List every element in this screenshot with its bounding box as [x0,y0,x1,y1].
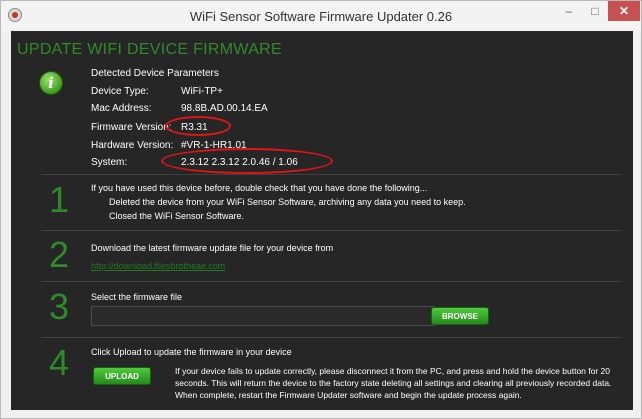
hardware-version-label: Hardware Version: [91,140,174,151]
main-panel: UPDATE WIFI DEVICE FIRMWARE i Detected D… [11,31,633,410]
firmware-file-input[interactable] [91,306,435,326]
step-2-text: Download the latest firmware update file… [91,243,334,253]
system-highlight-ellipse [161,148,333,174]
upload-warning-text: If your device fails to update correctly… [175,366,612,400]
step-1-item-1: Deleted the device from your WiFi Sensor… [109,197,466,207]
device-type-label: Device Type: [91,86,149,97]
app-window: WiFi Sensor Software Firmware Updater 0.… [0,0,642,419]
separator [41,337,621,338]
mac-address-value: 98.8B.AD.00.14.EA [181,103,268,114]
firmware-highlight-ellipse [165,116,231,136]
close-button[interactable]: ✕ [608,1,640,21]
step-number-4: 4 [49,342,70,383]
mac-address-label: Mac Address: [91,103,152,114]
step-3-text: Select the firmware file [91,292,183,302]
window-title: WiFi Sensor Software Firmware Updater 0.… [189,9,453,24]
upload-button[interactable]: UPLOAD [93,367,151,385]
maximize-button[interactable]: □ [582,1,608,21]
step-number-1: 1 [49,179,70,220]
title-bar: WiFi Sensor Software Firmware Updater 0.… [1,1,641,31]
step-number-2: 2 [49,234,70,275]
step-number-3: 3 [49,286,70,327]
minimize-button[interactable]: – [556,1,582,21]
system-label: System: [91,157,128,168]
page-title: UPDATE WIFI DEVICE FIRMWARE [17,41,282,58]
step-1-text: If you have used this device before, dou… [91,183,428,193]
separator [41,174,621,175]
browse-button[interactable]: BROWSE [431,307,489,325]
step-1-item-2: Closed the WiFi Sensor Software. [109,211,245,221]
download-link[interactable]: http://download.filesbrotheair.com [91,261,225,271]
firmware-version-label: Firmware Version: [91,122,172,133]
step-4-text: Click Upload to update the firmware in y… [91,347,292,357]
info-icon: i [39,71,63,95]
device-params-heading: Detected Device Parameters [91,68,219,79]
separator [41,230,621,231]
separator [41,281,621,282]
device-type-value: WiFi-TP+ [181,86,223,97]
